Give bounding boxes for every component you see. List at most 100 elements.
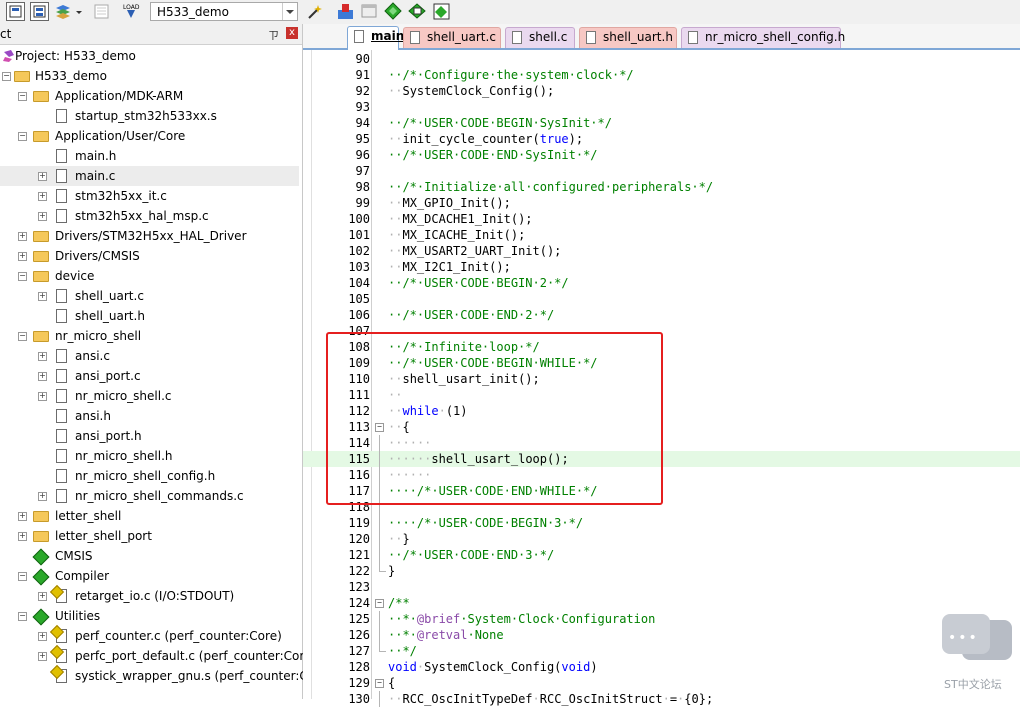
- code-line[interactable]: 102 ··MX_USART2_UART_Init();: [303, 243, 1020, 259]
- save-icon[interactable]: [30, 2, 49, 21]
- expand-icon[interactable]: +: [18, 232, 27, 241]
- tree-item-component[interactable]: − Utilities: [0, 606, 302, 626]
- tree-item-folder[interactable]: + letter_shell: [0, 506, 302, 526]
- code-line[interactable]: 99 ··MX_GPIO_Init();: [303, 195, 1020, 211]
- tree-item-file[interactable]: + retarget_io.c (I/O:STDOUT): [0, 586, 302, 606]
- tab-main-c[interactable]: main.c: [347, 26, 416, 50]
- collapse-icon[interactable]: −: [18, 132, 27, 141]
- multi-project-icon[interactable]: [432, 2, 451, 21]
- tree-item-folder[interactable]: − Application/User/Core: [0, 126, 302, 146]
- tree-item-folder[interactable]: + Drivers/STM32H5xx_HAL_Driver: [0, 226, 302, 246]
- code-line[interactable]: 104 ··/*·USER·CODE·BEGIN·2·*/: [303, 275, 1020, 291]
- code-line[interactable]: 124−/**: [303, 595, 1020, 611]
- code-line[interactable]: 123: [303, 579, 1020, 595]
- code-line[interactable]: 100 ··MX_DCACHE1_Init();: [303, 211, 1020, 227]
- tree-item-file[interactable]: + stm32h5xx_it.c: [0, 186, 302, 206]
- tree-item-file[interactable]: ansi.h: [0, 406, 302, 426]
- cut-icon[interactable]: [92, 2, 111, 21]
- collapse-icon[interactable]: −: [18, 272, 27, 281]
- expand-icon[interactable]: +: [38, 172, 47, 181]
- tab-shell-uart-h[interactable]: shell_uart.h: [579, 27, 677, 48]
- expand-icon[interactable]: +: [18, 512, 27, 521]
- tree-item-file[interactable]: + shell_uart.c: [0, 286, 302, 306]
- tree-item-component[interactable]: − Compiler: [0, 566, 302, 586]
- collapse-icon[interactable]: −: [18, 92, 27, 101]
- tree-item-folder[interactable]: − Application/MDK-ARM: [0, 86, 302, 106]
- tab-shell-c[interactable]: shell.c: [505, 27, 575, 48]
- window-icon[interactable]: [360, 2, 379, 21]
- tree-item-file[interactable]: + ansi_port.c: [0, 366, 302, 386]
- expand-icon[interactable]: +: [38, 592, 47, 601]
- tree-item-file-selected[interactable]: + main.c: [0, 166, 299, 186]
- manage-icon[interactable]: [408, 2, 427, 21]
- build-stack-icon[interactable]: [54, 2, 73, 21]
- collapse-icon[interactable]: −: [18, 332, 27, 341]
- code-line[interactable]: 129−{: [303, 675, 1020, 691]
- code-line[interactable]: 122}: [303, 563, 1020, 579]
- tab-nr-micro-shell-config-h[interactable]: nr_micro_shell_config.h: [681, 27, 845, 48]
- tree-item-file[interactable]: + perf_counter.c (perf_counter:Core): [0, 626, 302, 646]
- code-line[interactable]: 90: [303, 51, 1020, 67]
- code-line[interactable]: 94 ··/*·USER·CODE·BEGIN·SysInit·*/: [303, 115, 1020, 131]
- tree-item-file[interactable]: + stm32h5xx_hal_msp.c: [0, 206, 302, 226]
- code-line[interactable]: 91 ··/*·Configure·the·system·clock·*/: [303, 67, 1020, 83]
- fold-collapse-icon[interactable]: −: [375, 679, 384, 688]
- code-line[interactable]: 98 ··/*·Initialize·all·configured·periphe…: [303, 179, 1020, 195]
- tree-item-file[interactable]: + nr_micro_shell_commands.c: [0, 486, 302, 506]
- tree-item-folder[interactable]: + letter_shell_port: [0, 526, 302, 546]
- code-line[interactable]: 101 ··MX_ICACHE_Init();: [303, 227, 1020, 243]
- expand-icon[interactable]: +: [38, 492, 47, 501]
- tab-shell-uart-c[interactable]: shell_uart.c: [403, 27, 501, 48]
- tree-item-folder[interactable]: − nr_micro_shell: [0, 326, 302, 346]
- expand-icon[interactable]: +: [38, 352, 47, 361]
- code-line[interactable]: 130 ··RCC_OscInitTypeDef·RCC_OscInitStruc…: [303, 691, 1020, 707]
- code-line[interactable]: 128 void·SystemClock_Config(void): [303, 659, 1020, 675]
- tree-item-project[interactable]: Project: H533_demo: [0, 46, 302, 66]
- code-line[interactable]: 95 ··init_cycle_counter(true);: [303, 131, 1020, 147]
- code-line[interactable]: 106 ··/*·USER·CODE·END·2·*/: [303, 307, 1020, 323]
- tree-item-file[interactable]: main.h: [0, 146, 302, 166]
- code-line[interactable]: 127 ··*/: [303, 643, 1020, 659]
- code-line[interactable]: 121 ··/*·USER·CODE·END·3·*/: [303, 547, 1020, 563]
- tree-item-file[interactable]: shell_uart.h: [0, 306, 302, 326]
- code-line[interactable]: 93: [303, 99, 1020, 115]
- fold-collapse-icon[interactable]: −: [375, 599, 384, 608]
- tree-item-file[interactable]: systick_wrapper_gnu.s (perf_counter:Core…: [0, 666, 332, 686]
- expand-icon[interactable]: +: [38, 372, 47, 381]
- run-icon[interactable]: [336, 2, 355, 21]
- code-line[interactable]: 125 ··*·@brief·System·Clock·Configuration: [303, 611, 1020, 627]
- target-select[interactable]: H533_demo: [150, 2, 298, 21]
- tree-item-file[interactable]: startup_stm32h533xx.s: [0, 106, 302, 126]
- tree-item-file[interactable]: + ansi.c: [0, 346, 302, 366]
- expand-icon[interactable]: +: [38, 192, 47, 201]
- pin-icon[interactable]: ㄗ: [268, 27, 279, 43]
- collapse-icon[interactable]: −: [18, 572, 27, 581]
- tree-item-file[interactable]: ansi_port.h: [0, 426, 302, 446]
- chevron-down-icon[interactable]: [74, 2, 84, 21]
- code-line[interactable]: 92 ··SystemClock_Config();: [303, 83, 1020, 99]
- code-line[interactable]: 119 ····/*·USER·CODE·BEGIN·3·*/: [303, 515, 1020, 531]
- load-download-icon[interactable]: LOAD: [122, 2, 141, 21]
- code-line[interactable]: 103 ··MX_I2C1_Init();: [303, 259, 1020, 275]
- tree-item-component[interactable]: CMSIS: [0, 546, 302, 566]
- tree-item-folder[interactable]: − device: [0, 266, 302, 286]
- code-line[interactable]: 97: [303, 163, 1020, 179]
- code-line[interactable]: 96 ··/*·USER·CODE·END·SysInit·*/: [303, 147, 1020, 163]
- expand-icon[interactable]: +: [38, 212, 47, 221]
- expand-icon[interactable]: +: [18, 252, 27, 261]
- collapse-icon[interactable]: −: [2, 72, 11, 81]
- close-icon[interactable]: x: [286, 27, 298, 39]
- magic-wand-icon[interactable]: [306, 2, 325, 21]
- expand-icon[interactable]: +: [38, 292, 47, 301]
- expand-icon[interactable]: +: [38, 632, 47, 641]
- expand-icon[interactable]: +: [38, 392, 47, 401]
- chevron-down-icon[interactable]: [282, 3, 297, 20]
- new-file-icon[interactable]: [6, 2, 25, 21]
- tree-item-file[interactable]: + perfc_port_default.c (perf_counter:Cor…: [0, 646, 316, 666]
- tree-item-file[interactable]: nr_micro_shell.h: [0, 446, 302, 466]
- expand-icon[interactable]: +: [18, 532, 27, 541]
- tree-item-target[interactable]: − H533_demo: [0, 66, 302, 86]
- tree-item-folder[interactable]: + Drivers/CMSIS: [0, 246, 302, 266]
- tree-item-file[interactable]: + nr_micro_shell.c: [0, 386, 302, 406]
- code-line[interactable]: 126 ··*·@retval·None: [303, 627, 1020, 643]
